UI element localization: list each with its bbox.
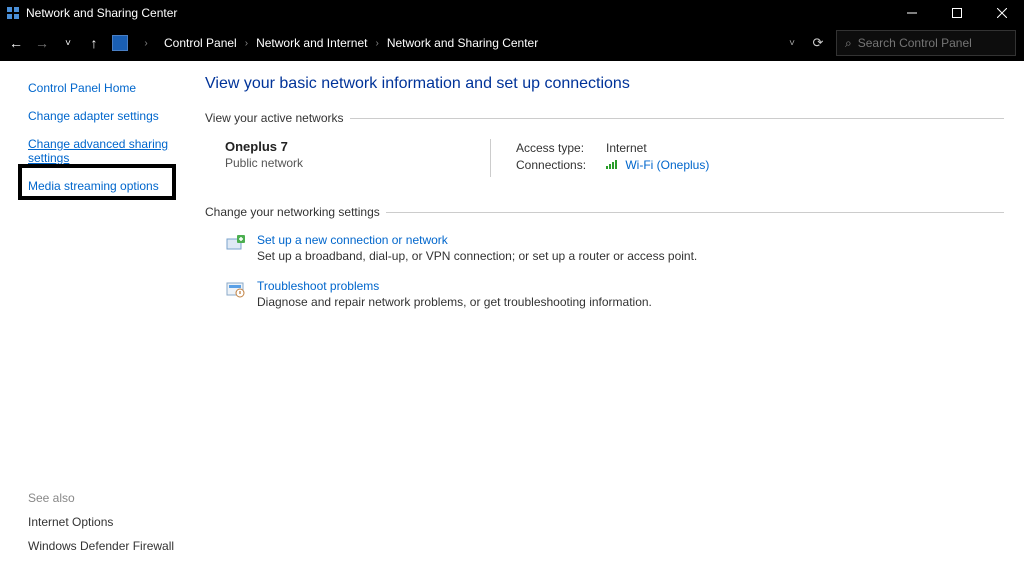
chevron-right-icon: › bbox=[375, 38, 378, 49]
address-dropdown-button[interactable]: ˅ bbox=[784, 38, 800, 49]
sidebar-link-home[interactable]: Control Panel Home bbox=[28, 81, 185, 95]
setting-title[interactable]: Troubleshoot problems bbox=[257, 279, 652, 293]
forward-button[interactable]: → bbox=[34, 35, 50, 51]
setting-troubleshoot: Troubleshoot problems Diagnose and repai… bbox=[205, 279, 1004, 309]
refresh-button[interactable]: ⟳ bbox=[810, 35, 826, 51]
content-area: Control Panel Home Change adapter settin… bbox=[0, 61, 1024, 573]
connections-link[interactable]: Wi-Fi (Oneplus) bbox=[606, 158, 709, 172]
up-button[interactable]: ↑ bbox=[86, 35, 102, 51]
breadcrumb: Control Panel › Network and Internet › N… bbox=[164, 36, 538, 50]
networking-settings-section-header: Change your networking settings bbox=[205, 205, 1004, 219]
breadcrumb-item[interactable]: Control Panel bbox=[164, 36, 237, 50]
page-heading: View your basic network information and … bbox=[205, 75, 1004, 93]
active-networks-section-header: View your active networks bbox=[205, 111, 1004, 125]
back-button[interactable]: ← bbox=[8, 35, 24, 51]
access-type-value: Internet bbox=[606, 141, 647, 155]
see-also-heading: See also bbox=[28, 491, 185, 505]
access-type-label: Access type: bbox=[516, 141, 596, 155]
search-box[interactable]: ⌕ bbox=[836, 30, 1016, 56]
search-input[interactable] bbox=[858, 36, 1007, 50]
troubleshoot-icon bbox=[225, 279, 257, 309]
sidebar-link-advanced-sharing[interactable]: Change advanced sharing settings bbox=[28, 137, 185, 165]
sidebar-link-media-streaming[interactable]: Media streaming options bbox=[28, 179, 185, 193]
search-icon: ⌕ bbox=[845, 36, 852, 51]
section-divider bbox=[350, 118, 1004, 119]
setting-title[interactable]: Set up a new connection or network bbox=[257, 233, 697, 247]
breadcrumb-item[interactable]: Network and Internet bbox=[256, 36, 367, 50]
sidebar-link-adapter[interactable]: Change adapter settings bbox=[28, 109, 185, 123]
window-title: Network and Sharing Center bbox=[26, 6, 889, 20]
maximize-button[interactable] bbox=[934, 0, 979, 25]
sidebar-footer-internet-options[interactable]: Internet Options bbox=[28, 515, 185, 529]
setting-desc: Set up a broadband, dial-up, or VPN conn… bbox=[257, 249, 697, 263]
sidebar-footer-firewall[interactable]: Windows Defender Firewall bbox=[28, 539, 185, 553]
breadcrumb-sep-icon: › bbox=[138, 38, 154, 49]
main-panel: View your basic network information and … bbox=[195, 61, 1024, 573]
window-controls bbox=[889, 0, 1024, 25]
recent-locations-button[interactable]: ˅ bbox=[60, 38, 76, 49]
chevron-right-icon: › bbox=[245, 38, 248, 49]
setting-new-connection: Set up a new connection or network Set u… bbox=[205, 233, 1004, 263]
wifi-signal-icon bbox=[606, 159, 619, 169]
network-identity: Oneplus 7 Public network bbox=[225, 139, 490, 177]
sidebar: Control Panel Home Change adapter settin… bbox=[0, 61, 195, 573]
section-divider bbox=[386, 212, 1004, 213]
connections-value: Wi-Fi (Oneplus) bbox=[625, 158, 709, 172]
setting-desc: Diagnose and repair network problems, or… bbox=[257, 295, 652, 309]
minimize-button[interactable] bbox=[889, 0, 934, 25]
section-title: Change your networking settings bbox=[205, 205, 380, 219]
new-connection-icon bbox=[225, 233, 257, 263]
network-details: Access type: Internet Connections: Wi-Fi… bbox=[490, 139, 709, 177]
titlebar: Network and Sharing Center bbox=[0, 0, 1024, 25]
control-panel-icon bbox=[112, 35, 128, 51]
connections-label: Connections: bbox=[516, 158, 596, 172]
network-type: Public network bbox=[225, 156, 490, 170]
network-name: Oneplus 7 bbox=[225, 139, 490, 154]
breadcrumb-item[interactable]: Network and Sharing Center bbox=[387, 36, 538, 50]
app-icon bbox=[6, 6, 20, 20]
close-button[interactable] bbox=[979, 0, 1024, 25]
address-toolbar: ← → ˅ ↑ › Control Panel › Network and In… bbox=[0, 25, 1024, 61]
section-title: View your active networks bbox=[205, 111, 344, 125]
active-network-row: Oneplus 7 Public network Access type: In… bbox=[205, 139, 1004, 177]
